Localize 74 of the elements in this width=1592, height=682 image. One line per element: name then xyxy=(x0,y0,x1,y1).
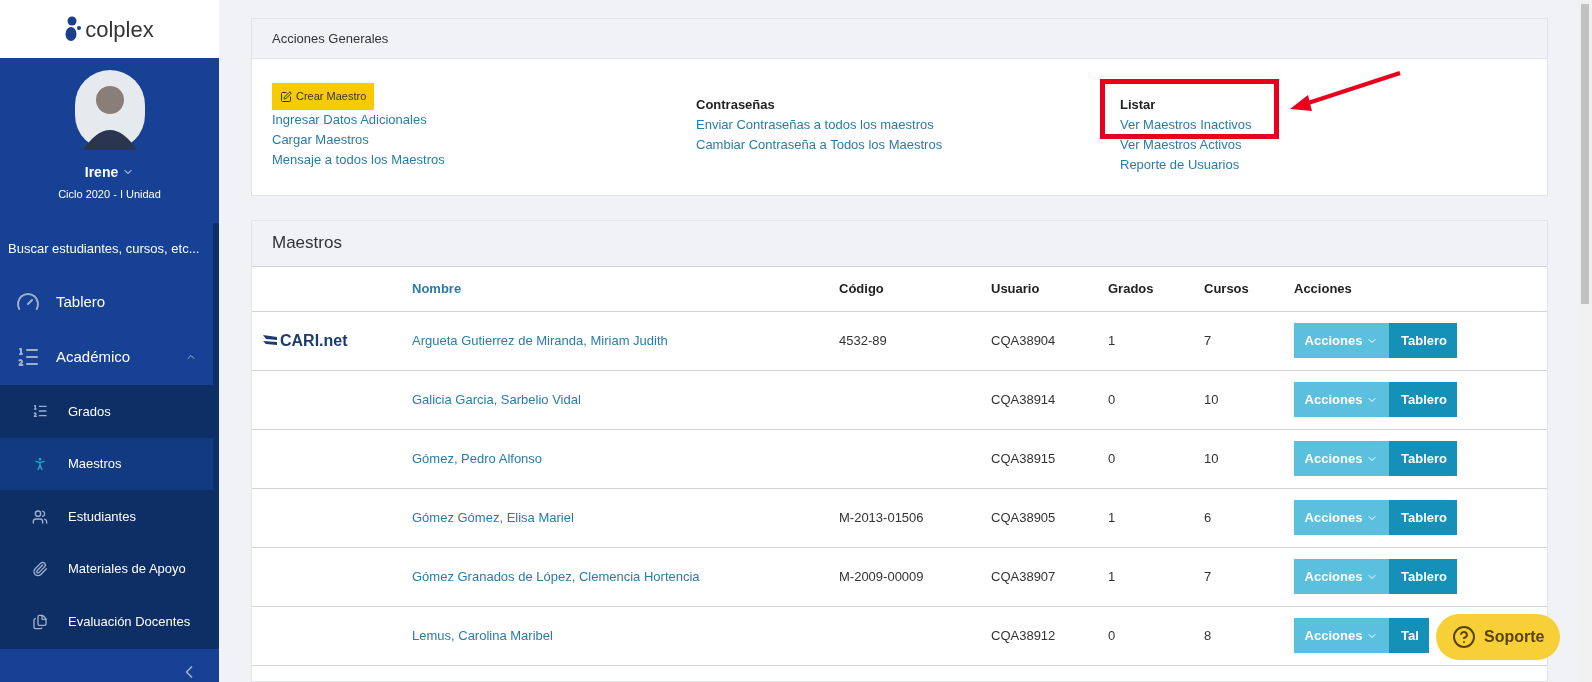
logo-icon xyxy=(65,16,82,42)
table-cell-text: CQA38912 xyxy=(991,626,1057,645)
table-cell-text: CQA38914 xyxy=(991,390,1057,409)
nav-subitem[interactable]: Maestros xyxy=(0,437,213,491)
search-field[interactable]: Buscar estudiantes, cursos, etc... xyxy=(8,238,205,258)
nav-subitem[interactable]: Evaluación Docentes xyxy=(0,595,213,648)
table-cell-text: M-2013-01506 xyxy=(839,508,925,527)
column-header: Código xyxy=(839,279,885,298)
table-cell-text: 7 xyxy=(1204,567,1213,586)
help-icon xyxy=(1452,625,1476,649)
table-cell-text: M-2009-00009 xyxy=(839,567,925,586)
support-button[interactable]: Soporte xyxy=(1436,614,1561,660)
column-header: Cursos xyxy=(1204,279,1250,298)
brand-name: colplex xyxy=(85,15,154,44)
column-header[interactable]: Nombre xyxy=(412,278,839,299)
nav-subitem[interactable]: Grados xyxy=(0,385,213,438)
table-cell-text: 10 xyxy=(1204,449,1220,468)
table-cell-text: 1 xyxy=(1108,331,1117,350)
table-cell-text: CQA38915 xyxy=(991,449,1057,468)
column-header: Grados xyxy=(1108,279,1155,298)
teacher-name-link[interactable]: Lemus, Carolina Maribel xyxy=(412,625,839,646)
table-cell-text: 0 xyxy=(1108,449,1117,468)
column-header: Acciones xyxy=(1294,279,1353,298)
nav-subitem[interactable]: Materiales de Apoyo xyxy=(0,542,213,596)
table-cell-text: 4532-89 xyxy=(839,331,888,350)
teacher-name-link[interactable]: Gómez, Pedro Alfonso xyxy=(412,448,839,469)
table-cell-text: 10 xyxy=(1204,390,1220,409)
table-cell-text: CQA38904 xyxy=(991,331,1057,350)
nav-item[interactable]: Tablero xyxy=(0,274,213,330)
table-cell-text: CQA38907 xyxy=(991,567,1057,586)
numbered-list-icon xyxy=(32,403,48,420)
dashboard-button[interactable]: Tablero xyxy=(1389,323,1457,358)
teacher-name-link[interactable]: Galicia Garcia, Sarbelio Vidal xyxy=(412,389,839,410)
action-link[interactable]: Ver Maestros Inactivos xyxy=(1120,114,1252,135)
table-cell-text: 6 xyxy=(1204,508,1213,527)
action-link[interactable]: Cambiar Contraseña a Todos los Maestros xyxy=(696,134,943,155)
dashboard-button[interactable]: Tablero xyxy=(1389,441,1457,476)
panel-title: Maestros xyxy=(272,232,342,255)
company-logo: CARI.net xyxy=(262,328,412,353)
person-icon xyxy=(32,455,48,472)
users-icon xyxy=(32,508,48,525)
dashboard-button[interactable]: Tal xyxy=(1389,618,1429,653)
section-heading: Listar xyxy=(1120,96,1156,114)
user-menu[interactable]: Irene xyxy=(84,162,135,182)
action-link[interactable]: Cargar Maestros xyxy=(272,130,369,150)
documents-icon xyxy=(32,613,48,630)
column-header: Usuario xyxy=(991,279,1041,298)
dashboard-button[interactable]: Tablero xyxy=(1389,559,1457,594)
action-link[interactable]: Mensaje a todos los Maestros xyxy=(272,150,445,170)
cycle-label: Ciclo 2020 - I Unidad xyxy=(58,187,161,202)
teacher-name-link[interactable]: Gómez Granados de López, Clemencia Hortencia xyxy=(412,566,839,587)
teacher-name-link[interactable]: Gómez Gómez, Elisa Mariel xyxy=(412,507,839,528)
dashboard-button[interactable]: Tablero xyxy=(1389,500,1457,535)
action-link[interactable]: Reporte de Usuarios xyxy=(1120,154,1240,175)
table-cell-text: 1 xyxy=(1108,508,1117,527)
table-cell-text: 8 xyxy=(1204,626,1213,645)
teacher-name-link[interactable]: Argueta Gutierrez de Miranda, Miriam Judith xyxy=(412,330,839,351)
scrollbar-thumb[interactable] xyxy=(1581,4,1589,304)
dashboard-button[interactable]: Tablero xyxy=(1389,382,1457,417)
table-cell-text: 0 xyxy=(1108,390,1117,409)
table-cell-text: 7 xyxy=(1204,331,1213,350)
table-cell-text: 0 xyxy=(1108,626,1117,645)
table-cell-text: CQA38905 xyxy=(991,508,1057,527)
action-link[interactable]: Ver Maestros Activos xyxy=(1120,134,1242,155)
nav-subitem[interactable]: Estudiantes xyxy=(0,490,213,543)
nav-item[interactable]: Académico xyxy=(0,329,213,386)
paperclip-icon xyxy=(32,561,48,578)
section-heading: Contraseñas xyxy=(696,96,775,114)
table-cell-text: 1 xyxy=(1108,567,1117,586)
action-link[interactable]: Ingresar Datos Adicionales xyxy=(272,110,427,130)
action-link[interactable]: Enviar Contraseñas a todos los maestros xyxy=(696,114,934,135)
create-button[interactable]: Crear Maestro xyxy=(272,83,375,110)
edit-icon xyxy=(280,90,292,103)
panel-title: Acciones Generales xyxy=(272,29,389,48)
